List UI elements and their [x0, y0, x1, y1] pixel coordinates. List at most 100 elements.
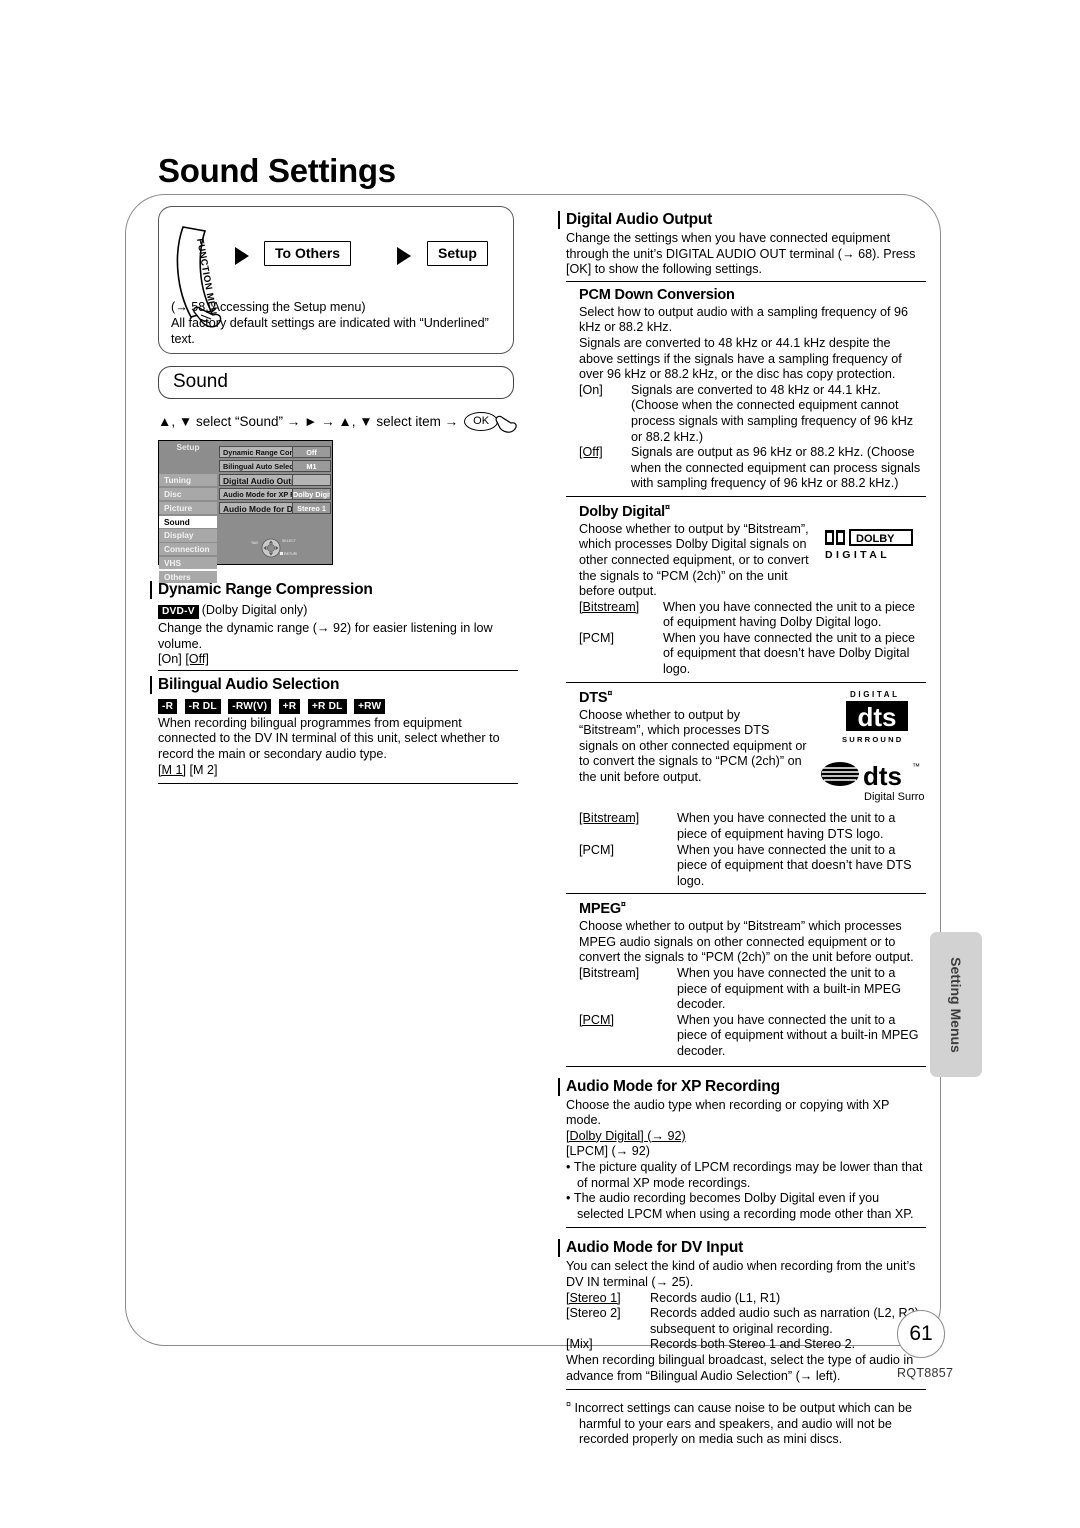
- section-dts: DTS¤ DIGITAL dts SURROUND dts ™ Digital …: [566, 681, 943, 890]
- option-key: [Stereo 2]: [566, 1306, 621, 1321]
- osd-sidebar-item-sound[interactable]: Sound: [159, 515, 217, 528]
- option-row-bitstream[interactable]: [Bitstream] When you have connected the …: [579, 811, 926, 842]
- option-row-mix[interactable]: [Mix] Records both Stereo 1 and Stereo 2…: [566, 1337, 926, 1353]
- section-bilingual-audio-selection: Bilingual Audio Selection -R -R DL -RW(V…: [150, 669, 518, 785]
- media-badges: -R -R DL -RW(V) +R +R DL +RW: [158, 696, 518, 714]
- option-desc: Records audio (L1, R1): [650, 1290, 781, 1305]
- option-desc: When you have connected the unit to a pi…: [677, 842, 912, 888]
- svg-text:dts: dts: [858, 702, 897, 732]
- bullet-item-2: • The audio recording becomes Dolby Digi…: [566, 1191, 914, 1221]
- option-row-off[interactable]: [Off] Signals are output as 96 kHz or 88…: [579, 445, 926, 492]
- select-instruction: ▲, ▼ select “Sound” → ► → ▲, ▼ select it…: [158, 408, 518, 434]
- document-code: RQT8857: [897, 1366, 954, 1380]
- dolby-digital-logo-icon: DOLBY DIGITAL: [824, 528, 924, 567]
- osd-dpad-icon: TAB SELECT RETURN: [251, 536, 299, 560]
- osd-sidebar-item-disc[interactable]: Disc: [159, 487, 217, 501]
- page-footnote: ¤ Incorrect settings can cause noise to …: [566, 1397, 926, 1448]
- osd-row-value: Stereo 1: [293, 501, 331, 515]
- option-row-on[interactable]: [On] Signals are converted to 48 kHz or …: [579, 383, 926, 445]
- section-heading: MPEG¤: [579, 899, 926, 917]
- option-lpcm[interactable]: [LPCM] (→ 92): [566, 1144, 926, 1160]
- osd-row-label: Audio Mode for DV Input: [219, 501, 293, 515]
- option-key-default: [Off]: [579, 445, 603, 460]
- osd-row-digital-audio-output[interactable]: Digital Audio Output: [219, 473, 331, 487]
- section-body-2: Signals are converted to 48 kHz or 44.1 …: [579, 335, 902, 382]
- media-badge-dvd-v: DVD-V: [158, 604, 199, 619]
- svg-text:Digital Surround: Digital Surround: [864, 791, 924, 803]
- section-dynamic-range-compression: Dynamic Range Compression DVD-V (Dolby Di…: [150, 576, 518, 668]
- svg-text:TAB: TAB: [251, 541, 258, 545]
- setup-navigation-box: FUNCTION MENU To Others Setup (→ 58, Acc…: [158, 206, 514, 354]
- osd-row-audio-mode-dv[interactable]: Audio Mode for DV Input Stereo 1: [219, 501, 331, 515]
- osd-row-dynamic-range[interactable]: Dynamic Range Compression Off: [219, 446, 331, 459]
- section-closing-note: When recording bilingual broadcast, sele…: [566, 1352, 914, 1383]
- section-digital-audio-output: Digital Audio Output Change the settings…: [558, 206, 926, 278]
- option-desc: Signals are output as 96 kHz or 88.2 kHz…: [631, 445, 921, 491]
- ok-button-icon[interactable]: OK: [464, 411, 499, 431]
- footnote-marker: ¤: [620, 899, 626, 910]
- option-row-pcm[interactable]: [PCM] When you have connected the unit t…: [579, 1013, 926, 1060]
- svg-text:DOLBY: DOLBY: [856, 533, 895, 545]
- option-desc: When you have connected the unit to a pi…: [677, 1012, 919, 1059]
- section-options: [M 1] [M 2]: [158, 763, 518, 779]
- option-row-pcm[interactable]: [PCM] When you have connected the unit t…: [579, 631, 926, 678]
- osd-sidebar: Setup Tuning Disc Picture Sound Display …: [159, 441, 217, 583]
- option-key-default: [Stereo 1]: [566, 1290, 621, 1305]
- osd-row-bilingual[interactable]: Bilingual Auto Selection M1: [219, 459, 331, 473]
- footnote-marker: ¤: [665, 501, 670, 512]
- option-desc: When you have connected the unit to a pi…: [663, 599, 916, 630]
- osd-row-label: Bilingual Auto Selection: [219, 459, 293, 473]
- option-key: [Bitstream]: [579, 966, 640, 981]
- option-on[interactable]: [On]: [158, 652, 182, 666]
- option-m1-default[interactable]: [M 1]: [158, 763, 186, 777]
- media-badge-plus-r-dl: +R DL: [307, 699, 347, 714]
- option-m2[interactable]: [M 2]: [190, 763, 218, 777]
- option-key-default: [Bitstream]: [579, 599, 640, 614]
- osd-sidebar-item-picture[interactable]: Picture: [159, 501, 217, 514]
- option-row-bitstream[interactable]: [Bitstream] When you have connected the …: [579, 600, 926, 631]
- nav-step-to-others[interactable]: To Others: [264, 241, 352, 266]
- osd-sidebar-item-display[interactable]: Display: [159, 529, 217, 542]
- media-badge-r: -R: [158, 699, 178, 714]
- heading-text: MPEG: [579, 901, 621, 918]
- osd-sidebar-item-tuning[interactable]: Tuning: [159, 474, 217, 487]
- section-heading: Dynamic Range Compression: [150, 581, 518, 599]
- heading-text: Dolby Digital: [579, 503, 666, 520]
- dts-surround-logo-icon: DIGITAL dts SURROUND: [832, 688, 922, 755]
- osd-sidebar-item-others[interactable]: Others: [159, 570, 217, 583]
- osd-row-audio-mode-xp[interactable]: Audio Mode for XP Recording Dolby Digita…: [219, 487, 331, 501]
- option-dolby-digital-default[interactable]: [Dolby Digital] (→ 92): [566, 1129, 926, 1145]
- media-badge-rw-v: -RW(V): [228, 699, 272, 714]
- media-badge-r-dl: -R DL: [184, 699, 221, 714]
- svg-text:SELECT: SELECT: [282, 539, 297, 543]
- bullet-text: The picture quality of LPCM recordings m…: [573, 1159, 923, 1190]
- svg-text:RETURN: RETURN: [284, 552, 297, 556]
- option-row-pcm[interactable]: [PCM] When you have connected the unit t…: [579, 843, 926, 890]
- option-row-stereo-2[interactable]: [Stereo 2] Records added audio such as n…: [566, 1306, 926, 1337]
- osd-sidebar-item-vhs[interactable]: VHS: [159, 556, 217, 570]
- option-row-bitstream[interactable]: [Bitstream] When you have connected the …: [579, 966, 926, 1013]
- bullet-text: The audio recording becomes Dolby Digita…: [573, 1191, 914, 1221]
- badge-suffix: (Dolby Digital only): [201, 603, 308, 617]
- osd-row-value: M1: [293, 459, 331, 473]
- option-row-stereo-1[interactable]: [Stereo 1] Records audio (L1, R1): [566, 1291, 926, 1307]
- section-body: Change the settings when you have connec…: [566, 231, 916, 277]
- media-badge-plus-rw: +RW: [354, 699, 386, 714]
- svg-text:SURROUND: SURROUND: [842, 735, 903, 744]
- nav-step-setup[interactable]: Setup: [427, 241, 488, 266]
- svg-text:DIGITAL: DIGITAL: [825, 549, 890, 561]
- osd-sidebar-title: Setup: [159, 441, 217, 454]
- section-body: You can select the kind of audio when re…: [566, 1259, 916, 1289]
- section-mpeg: MPEG¤ Choose whether to output by “Bitst…: [566, 893, 926, 1067]
- footnote-marker: ¤: [566, 1399, 572, 1410]
- option-off-default[interactable]: [Off]: [185, 652, 209, 666]
- osd-row-value: Off: [293, 446, 331, 459]
- page-number: 61: [897, 1310, 945, 1358]
- footnote-text: Incorrect settings can cause noise to be…: [574, 1401, 912, 1447]
- section-audio-mode-xp-recording: Audio Mode for XP Recording Choose the a…: [558, 1073, 926, 1229]
- option-desc: When you have connected the unit to a pi…: [677, 811, 896, 842]
- arrow-right-icon-1: [235, 247, 249, 265]
- option-key: [Mix]: [566, 1337, 593, 1352]
- section-body: Choose whether to output by “Bitstream”,…: [579, 521, 809, 599]
- osd-sidebar-item-connection[interactable]: Connection: [159, 543, 217, 556]
